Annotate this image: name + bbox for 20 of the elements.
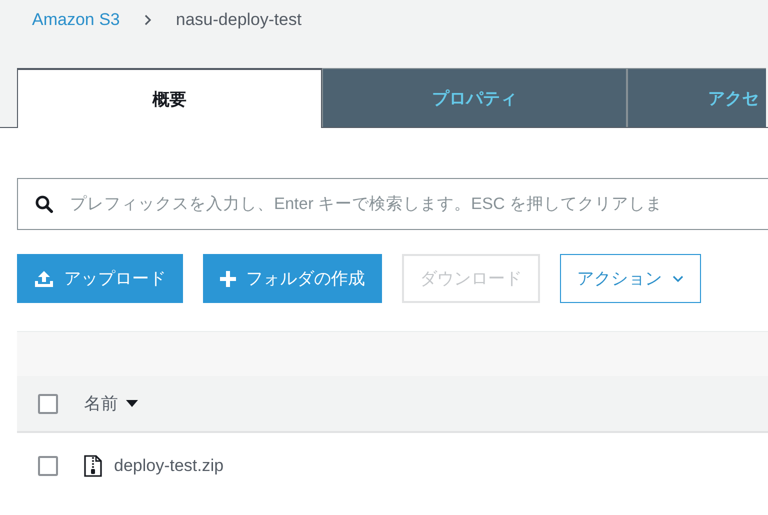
upload-icon	[34, 270, 54, 288]
chevron-right-icon	[144, 14, 152, 26]
column-header[interactable]: 名前	[84, 392, 118, 415]
select-all-checkbox[interactable]	[38, 394, 58, 414]
search-icon	[35, 195, 53, 213]
search-field[interactable]: プレフィックスを入力し、Enter キーで検索します。ESC を押してクリアしま	[17, 178, 768, 230]
upload-button[interactable]: アップロード	[17, 254, 183, 303]
create-folder-button[interactable]: フォルダの作成	[203, 254, 382, 303]
row-checkbox[interactable]	[38, 456, 58, 476]
breadcrumb-current: nasu-deploy-test	[176, 10, 302, 30]
sort-caret-icon[interactable]	[126, 400, 138, 407]
tab[interactable]: プロパティ	[322, 68, 627, 127]
actions-button[interactable]: アクション	[560, 254, 701, 303]
chevron-down-icon	[672, 274, 684, 282]
zip-file-icon	[84, 455, 102, 477]
tab[interactable]: 概要	[17, 68, 322, 128]
file-name-link[interactable]: deploy-test.zip	[114, 456, 224, 476]
breadcrumb-link[interactable]: Amazon S3	[32, 10, 120, 30]
plus-icon	[220, 270, 236, 286]
tab[interactable]: アクセ	[627, 68, 766, 127]
